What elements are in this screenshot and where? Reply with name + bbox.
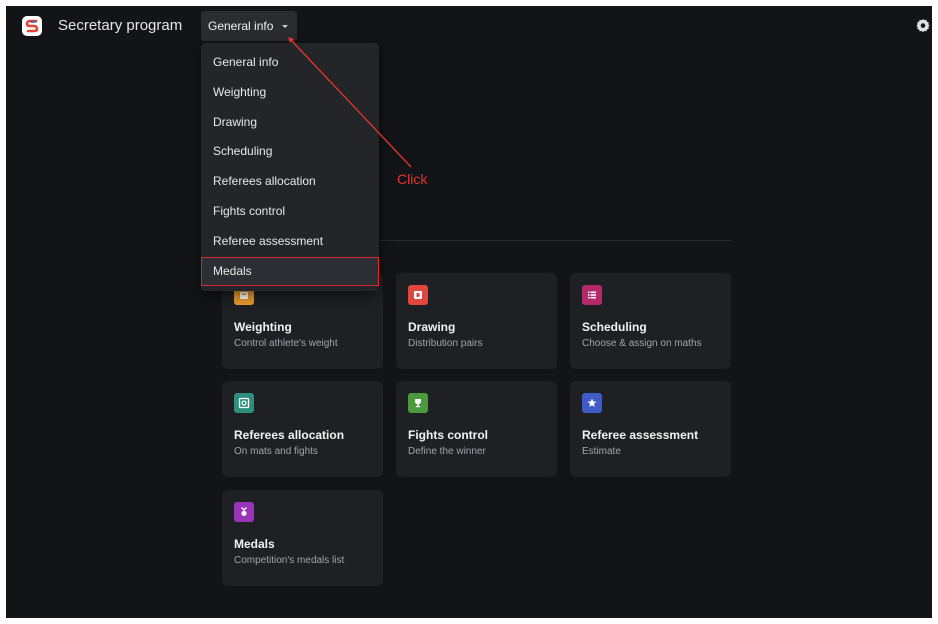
app-window: Secretary program General info Weighting…: [6, 6, 932, 618]
caret-down-icon: [282, 24, 289, 28]
annotation-click-label: Click: [397, 171, 428, 187]
card-scheduling[interactable]: Scheduling Choose & assign on maths: [570, 273, 731, 369]
menu-item-referees-allocation[interactable]: Referees allocation: [201, 167, 379, 197]
card-medals[interactable]: Medals Competition's medals list: [222, 490, 383, 586]
gear-icon[interactable]: [915, 18, 931, 34]
section-dropdown-label: General info: [208, 19, 274, 33]
card-title: Drawing: [408, 320, 456, 334]
schedule-icon: [582, 285, 602, 305]
card-title: Medals: [234, 537, 275, 551]
card-title: Scheduling: [582, 320, 647, 334]
card-title: Referee assessment: [582, 428, 699, 442]
menu-item-general-info[interactable]: General info: [201, 48, 379, 78]
card-title: Referees allocation: [234, 428, 345, 442]
card-referee-assessment[interactable]: Referee assessment Estimate: [570, 381, 731, 477]
card-subtitle: Define the winner: [408, 446, 486, 457]
top-bar: Secretary program General info: [6, 6, 932, 46]
card-subtitle: Choose & assign on maths: [582, 338, 702, 349]
trophy-icon: [408, 393, 428, 413]
menu-item-medals[interactable]: Medals: [201, 256, 379, 287]
menu-item-drawing[interactable]: Drawing: [201, 108, 379, 138]
menu-item-fights-control[interactable]: Fights control: [201, 197, 379, 227]
menu-item-weighting[interactable]: Weighting: [201, 78, 379, 108]
menu-item-referee-assessment[interactable]: Referee assessment: [201, 227, 379, 257]
card-drawing[interactable]: Drawing Distribution pairs: [396, 273, 557, 369]
menu-item-scheduling[interactable]: Scheduling: [201, 137, 379, 167]
referee-icon: [234, 393, 254, 413]
app-logo-icon[interactable]: [22, 16, 42, 36]
section-dropdown-menu: General info Weighting Drawing Schedulin…: [201, 43, 379, 291]
section-dropdown-button[interactable]: General info: [201, 11, 297, 41]
card-subtitle: Distribution pairs: [408, 338, 483, 349]
card-fights-control[interactable]: Fights control Define the winner: [396, 381, 557, 477]
card-subtitle: On mats and fights: [234, 446, 318, 457]
card-subtitle: Estimate: [582, 446, 621, 457]
card-referees-allocation[interactable]: Referees allocation On mats and fights: [222, 381, 383, 477]
app-title: Secretary program: [58, 17, 183, 34]
star-icon: [582, 393, 602, 413]
card-subtitle: Control athlete's weight: [234, 338, 338, 349]
drawing-icon: [408, 285, 428, 305]
card-subtitle: Competition's medals list: [234, 555, 345, 566]
card-title: Weighting: [234, 320, 292, 334]
card-title: Fights control: [408, 428, 488, 442]
medal-icon: [234, 502, 254, 522]
